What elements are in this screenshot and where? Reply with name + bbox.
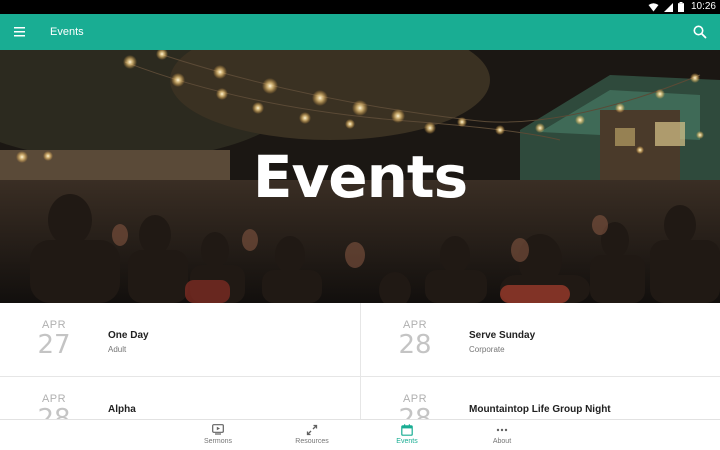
nav-label: Events — [396, 438, 418, 445]
event-day: 28 — [398, 330, 432, 360]
resources-arrows-icon — [306, 424, 318, 436]
nav-label: Sermons — [203, 438, 232, 445]
more-dots-icon — [496, 428, 508, 432]
event-card[interactable]: APR 27 One Day Adult — [0, 303, 360, 377]
nav-item-events[interactable]: Events — [367, 420, 447, 450]
nav-item-about[interactable]: About — [462, 420, 542, 450]
event-name: Alpha — [108, 404, 136, 415]
event-day: 27 — [37, 330, 71, 360]
calendar-icon — [401, 424, 413, 436]
app-bar: Events — [0, 14, 720, 50]
signal-icon — [663, 2, 673, 12]
nav-item-sermons[interactable]: Sermons — [178, 420, 258, 450]
battery-icon — [677, 2, 684, 12]
video-play-icon — [212, 424, 224, 435]
search-icon[interactable] — [692, 24, 708, 40]
status-time: 10:26 — [690, 1, 716, 12]
event-name: Serve Sunday — [469, 330, 536, 341]
status-bar: 10:26 — [0, 0, 720, 14]
hamburger-menu-icon[interactable] — [12, 24, 30, 40]
events-grid: APR 27 One Day Adult APR 28 Serve Sunday… — [0, 303, 720, 450]
wifi-icon — [648, 2, 659, 11]
nav-item-resources[interactable]: Resources — [272, 420, 352, 450]
event-category: Corporate — [469, 345, 505, 354]
event-category: Adult — [108, 345, 127, 354]
event-card[interactable]: APR 28 Serve Sunday Corporate — [360, 303, 720, 377]
bottom-navigation: Sermons Resources Events About — [0, 419, 720, 450]
status-icons: 10:26 — [648, 0, 716, 14]
event-name: One Day — [108, 330, 149, 341]
nav-label: Resources — [295, 438, 329, 445]
nav-label: About — [492, 438, 512, 445]
hero-title: Events — [252, 142, 468, 211]
page-title: Events — [50, 26, 84, 38]
hero-banner: Events — [0, 50, 720, 303]
event-name: Mountaintop Life Group Night — [469, 404, 611, 415]
